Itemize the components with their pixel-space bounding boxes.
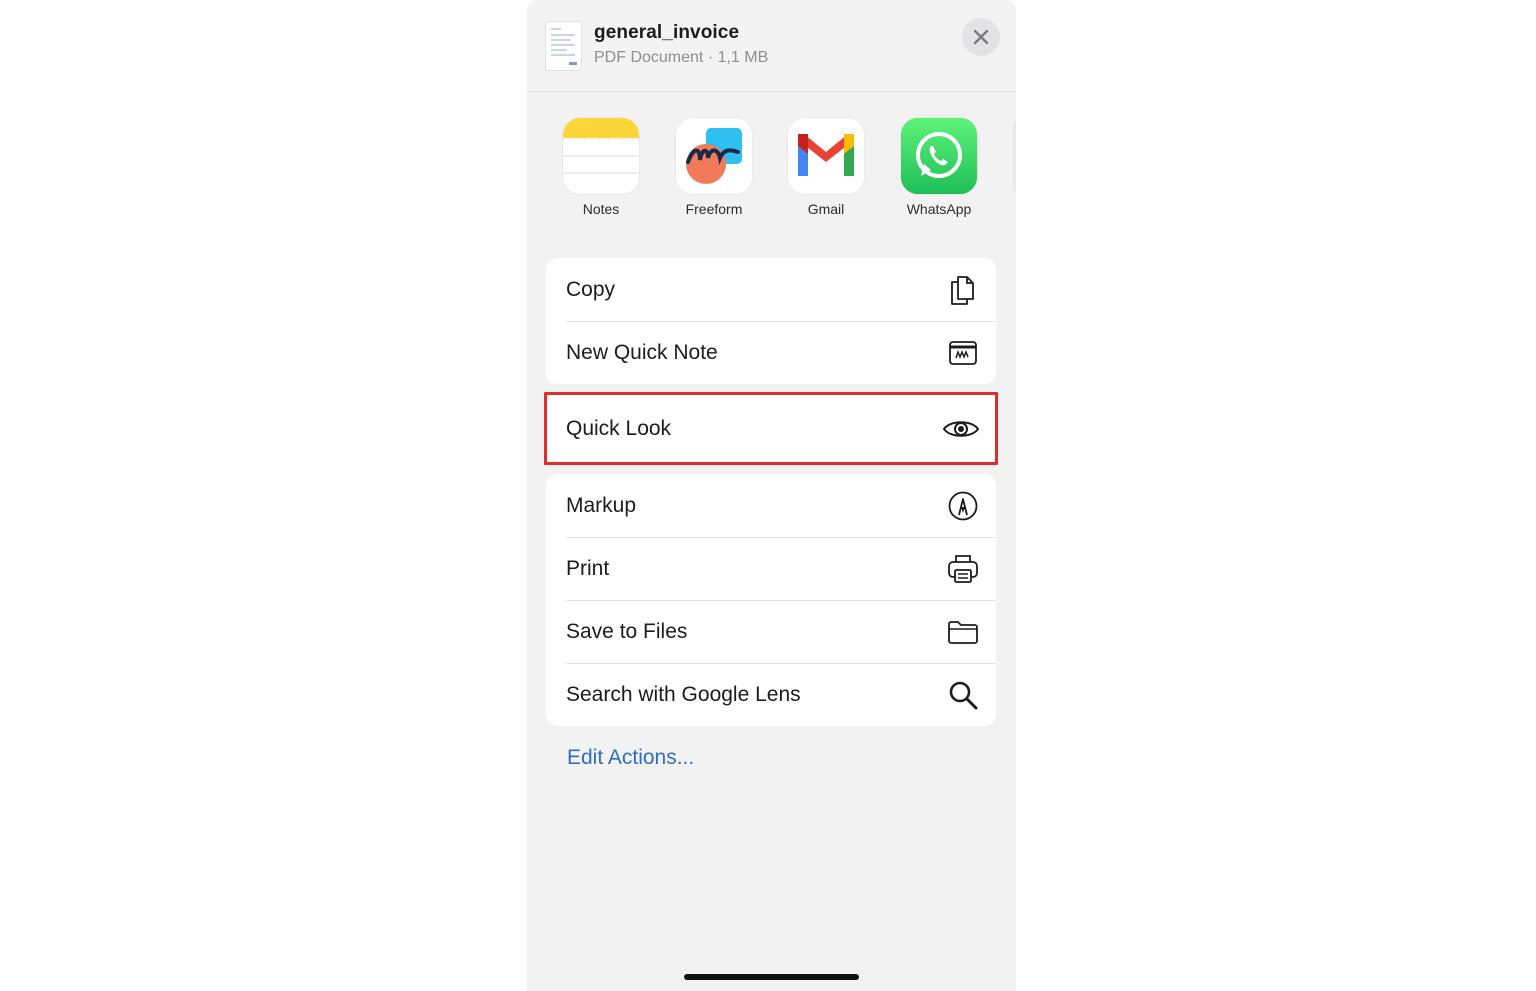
notes-app-icon <box>563 118 639 194</box>
markup-pen-icon <box>946 489 980 523</box>
search-icon <box>946 678 980 712</box>
app-whatsapp[interactable]: WhatsApp <box>889 118 989 217</box>
share-apps-row: Notes Freeform Gmail WhatsApp <box>527 118 1016 228</box>
action-label: New Quick Note <box>566 340 718 364</box>
freeform-app-icon <box>676 118 752 194</box>
actions-group-1: Copy New Quick Note <box>546 258 996 384</box>
action-label: Markup <box>566 493 637 517</box>
share-sheet-header: general_invoice PDF Document · 1,1 MB <box>527 0 1016 92</box>
app-freeform[interactable]: Freeform <box>664 118 764 217</box>
file-thumbnail <box>545 21 582 71</box>
action-copy[interactable]: Copy <box>546 258 996 321</box>
action-label: Save to Files <box>566 619 688 643</box>
copy-icon <box>946 273 980 307</box>
home-indicator <box>684 974 859 980</box>
app-label-notes: Notes <box>582 201 620 217</box>
action-quick-look-highlight: Quick Look <box>544 392 998 465</box>
app-gmail[interactable]: Gmail <box>776 118 876 217</box>
action-label: Quick Look <box>566 416 672 440</box>
action-label: Copy <box>566 277 616 301</box>
next-app-peek[interactable] <box>1013 118 1016 194</box>
app-label-freeform: Freeform <box>685 201 743 217</box>
close-button[interactable] <box>962 18 1000 56</box>
quick-note-icon <box>946 336 980 370</box>
action-quick-look[interactable]: Quick Look <box>547 395 995 462</box>
whatsapp-app-icon <box>901 118 977 194</box>
app-label-gmail: Gmail <box>807 201 845 217</box>
folder-icon <box>946 615 980 649</box>
actions-group-2: Markup Print Save to Files Search with G… <box>546 474 996 726</box>
app-label-whatsapp: WhatsApp <box>906 201 972 217</box>
file-meta: PDF Document · 1,1 MB <box>594 49 769 66</box>
gmail-app-icon <box>788 118 864 194</box>
close-icon <box>973 29 989 45</box>
action-label: Search with Google Lens <box>566 682 801 706</box>
action-new-quick-note[interactable]: New Quick Note <box>546 321 996 384</box>
share-sheet: general_invoice PDF Document · 1,1 MB No… <box>527 0 1016 991</box>
edit-actions-link[interactable]: Edit Actions... <box>567 746 694 770</box>
action-print[interactable]: Print <box>546 537 996 600</box>
app-notes[interactable]: Notes <box>551 118 651 217</box>
eye-icon <box>941 412 981 446</box>
action-search-google-lens[interactable]: Search with Google Lens <box>546 663 996 726</box>
action-markup[interactable]: Markup <box>546 474 996 537</box>
file-name: general_invoice <box>594 22 740 43</box>
printer-icon <box>946 552 980 586</box>
action-save-to-files[interactable]: Save to Files <box>546 600 996 663</box>
action-label: Print <box>566 556 610 580</box>
